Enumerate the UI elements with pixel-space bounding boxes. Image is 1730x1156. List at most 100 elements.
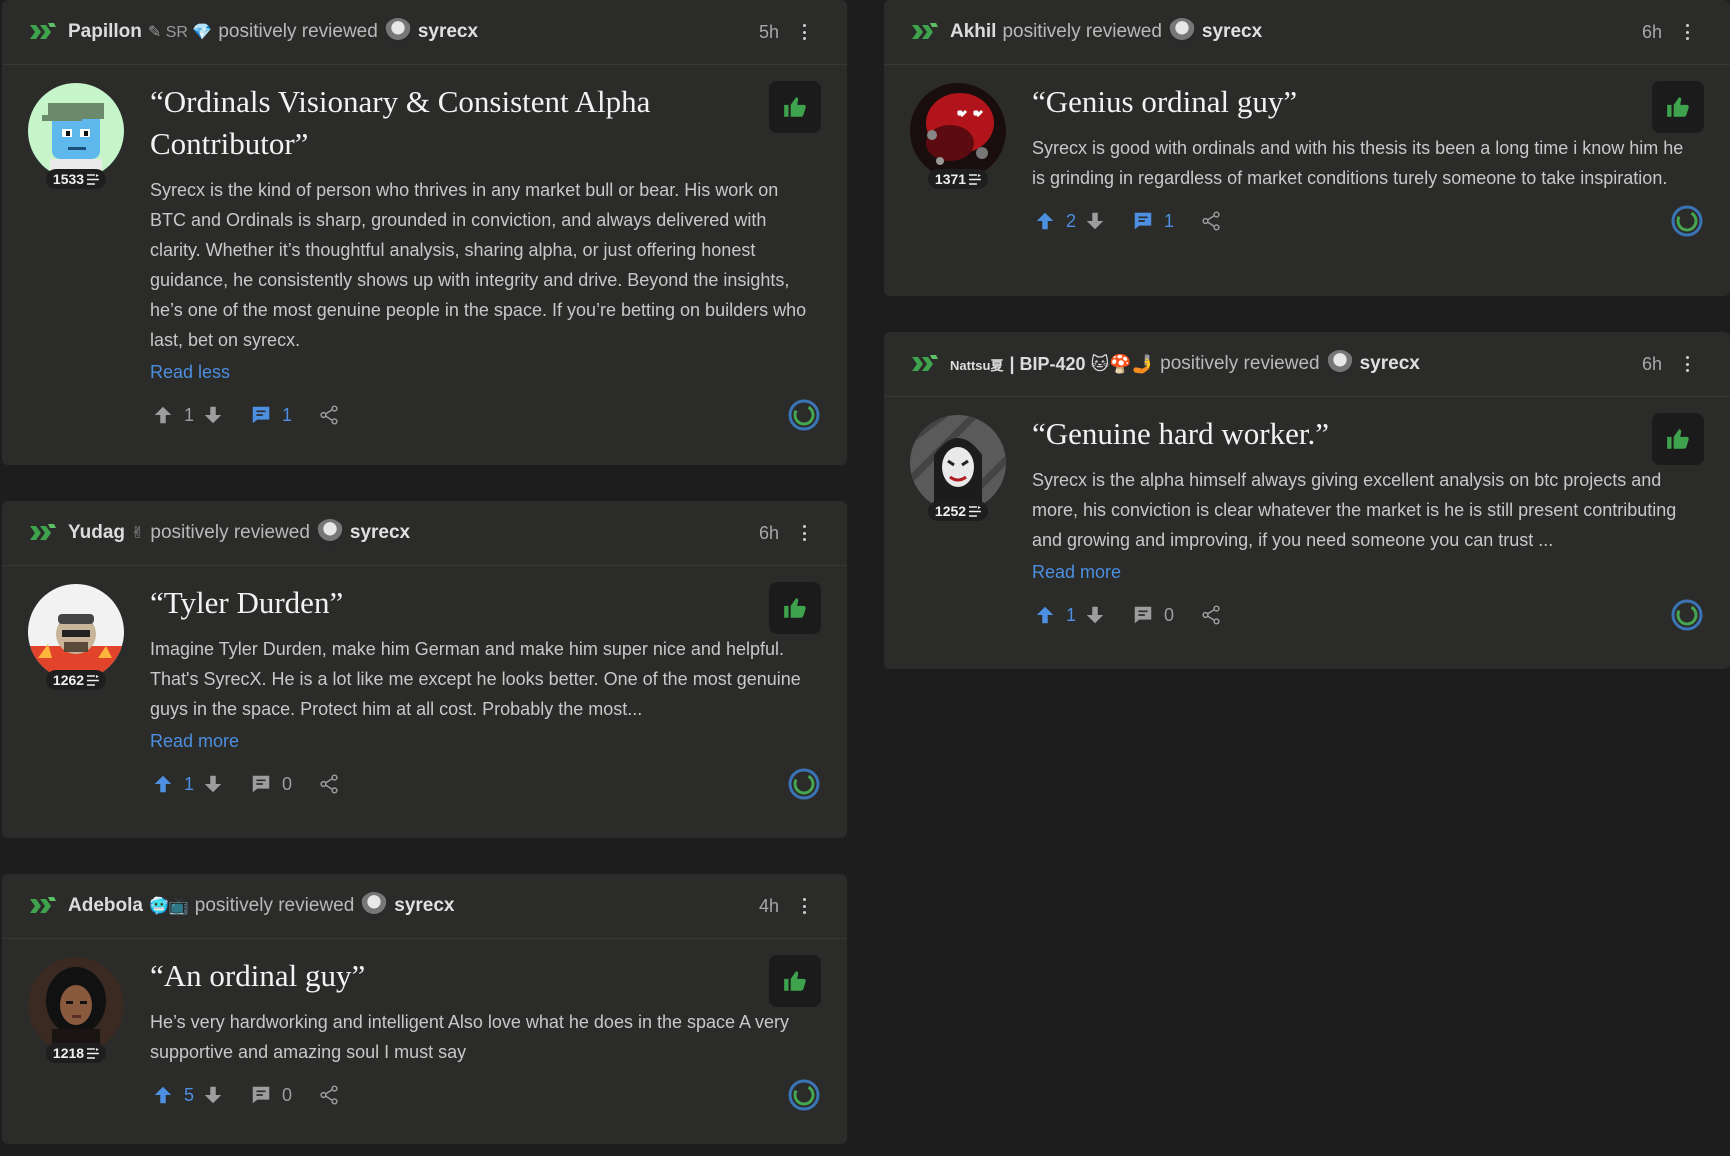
reviewer-avatar[interactable]	[28, 83, 124, 179]
thumbs-up-badge[interactable]	[1652, 81, 1704, 133]
downvote-icon[interactable]	[202, 773, 224, 795]
target-avatar[interactable]	[315, 519, 344, 547]
reputation-score: 1252	[927, 501, 989, 521]
upvote-icon[interactable]	[152, 1084, 174, 1106]
target-name[interactable]: syrecx	[350, 522, 410, 544]
upvote-icon[interactable]	[1034, 210, 1056, 232]
target-name[interactable]: syrecx	[418, 21, 478, 43]
review-title: “Ordinals Visionary & Consistent Alpha C…	[150, 84, 651, 161]
target-name[interactable]: syrecx	[394, 895, 454, 917]
target-avatar[interactable]	[383, 18, 412, 46]
reviewer-name[interactable]: Papillon	[68, 21, 142, 43]
review-text: Syrecx is good with ordinals and with hi…	[1032, 138, 1684, 188]
thumbs-up-badge[interactable]	[769, 582, 821, 634]
upvote-count: 2	[1066, 210, 1077, 231]
comment-icon[interactable]	[250, 404, 272, 426]
review-text: Imagine Tyler Durden, make him German an…	[150, 639, 801, 719]
target-avatar[interactable]	[1325, 350, 1354, 378]
reviewer-name[interactable]: Adebola	[68, 895, 143, 917]
review-verb: positively reviewed	[1160, 353, 1320, 374]
downvote-icon[interactable]	[1084, 210, 1106, 232]
review-actions: 1 1	[150, 395, 817, 435]
more-options-icon[interactable]	[1680, 352, 1694, 376]
comment-icon[interactable]	[250, 1084, 272, 1106]
status-ring-icon[interactable]	[1670, 598, 1704, 632]
downvote-icon[interactable]	[202, 404, 224, 426]
brand-logo-icon	[28, 21, 58, 43]
reviewer-badges: 🥶📺	[148, 898, 189, 915]
review-card: Papillon ✎ SR 💎 positively reviewed syre…	[2, 0, 847, 465]
more-options-icon[interactable]	[797, 894, 811, 918]
more-options-icon[interactable]	[797, 20, 811, 44]
reviewer-avatar-group[interactable]: 1371	[910, 83, 1006, 189]
status-ring-icon[interactable]	[1670, 204, 1704, 238]
review-actions: 2 1	[1032, 201, 1700, 241]
comment-count: 0	[282, 1084, 293, 1105]
downvote-icon[interactable]	[202, 1084, 224, 1106]
review-body: 1262 “Tyler Durden” Imagine Tyler Durden…	[2, 566, 847, 804]
thumbs-up-badge[interactable]	[769, 81, 821, 133]
thumbs-up-badge[interactable]	[1652, 413, 1704, 465]
reviewer-name[interactable]: Yudag	[68, 522, 125, 544]
score-icon	[87, 1048, 99, 1059]
review-actions: 5 0	[150, 1075, 817, 1115]
reviewer-avatar[interactable]	[910, 415, 1006, 511]
target-avatar[interactable]	[360, 892, 389, 920]
review-verb: positively reviewed	[1002, 21, 1162, 42]
score-icon	[969, 174, 981, 185]
review-actions: 1 0	[1032, 595, 1700, 635]
thumbs-up-badge[interactable]	[769, 955, 821, 1007]
target-name[interactable]: syrecx	[1202, 21, 1262, 43]
comment-count: 0	[282, 773, 293, 794]
reputation-score: 1371	[927, 169, 989, 189]
upvote-count: 1	[184, 773, 195, 794]
review-time: 6h	[1641, 353, 1662, 374]
share-icon[interactable]	[318, 404, 340, 426]
comment-icon[interactable]	[1132, 210, 1154, 232]
review-verb: positively reviewed	[218, 21, 378, 42]
status-ring-icon[interactable]	[787, 767, 821, 801]
more-options-icon[interactable]	[797, 521, 811, 545]
brand-logo-icon	[28, 895, 58, 917]
reviewer-avatar-group[interactable]: 1218	[28, 957, 124, 1063]
more-options-icon[interactable]	[1680, 20, 1694, 44]
share-icon[interactable]	[318, 1084, 340, 1106]
upvote-icon[interactable]	[1034, 604, 1056, 626]
share-icon[interactable]	[318, 773, 340, 795]
share-icon[interactable]	[1200, 604, 1222, 626]
share-icon[interactable]	[1200, 210, 1222, 232]
downvote-icon[interactable]	[1084, 604, 1106, 626]
reviewer-avatar-group[interactable]: 1252	[910, 415, 1006, 521]
reviewer-avatar-group[interactable]: 1262	[28, 584, 124, 690]
status-ring-icon[interactable]	[787, 1078, 821, 1112]
upvote-icon[interactable]	[152, 773, 174, 795]
review-title: “Genius ordinal guy”	[1032, 84, 1298, 119]
review-text: Syrecx is the alpha himself always givin…	[1032, 470, 1677, 550]
review-actions: 1 0	[150, 764, 817, 804]
review-body: 1533 “Ordinals Visionary & Consistent Al…	[2, 65, 847, 435]
upvote-icon[interactable]	[152, 404, 174, 426]
reputation-score: 1262	[45, 670, 107, 690]
read-more-link[interactable]: Read more	[150, 726, 817, 756]
comment-icon[interactable]	[1132, 604, 1154, 626]
read-more-link[interactable]: Read more	[1032, 557, 1700, 587]
reviewer-avatar[interactable]	[28, 584, 124, 680]
review-time: 4h	[758, 895, 779, 916]
review-title: “An ordinal guy”	[150, 958, 366, 993]
reviewer-avatar[interactable]	[910, 83, 1006, 179]
target-avatar[interactable]	[1167, 18, 1196, 46]
target-name[interactable]: syrecx	[1360, 353, 1420, 375]
brand-logo-icon	[910, 353, 940, 375]
reviewer-name[interactable]: Nattsu夏	[950, 355, 1003, 374]
read-less-link[interactable]: Read less	[150, 357, 817, 387]
brand-logo-icon	[28, 522, 58, 544]
review-header: Papillon ✎ SR 💎 positively reviewed syre…	[2, 0, 847, 65]
reviewer-avatar[interactable]	[28, 957, 124, 1053]
review-card: Nattsu夏 | BIP-420 🐱🍄🤳 positively reviewe…	[884, 332, 1730, 669]
reviewer-avatar-group[interactable]: 1533	[28, 83, 124, 189]
review-time: 5h	[758, 21, 779, 42]
status-ring-icon[interactable]	[787, 398, 821, 432]
reputation-score: 1218	[45, 1043, 107, 1063]
reviewer-name[interactable]: Akhil	[950, 21, 996, 43]
comment-icon[interactable]	[250, 773, 272, 795]
